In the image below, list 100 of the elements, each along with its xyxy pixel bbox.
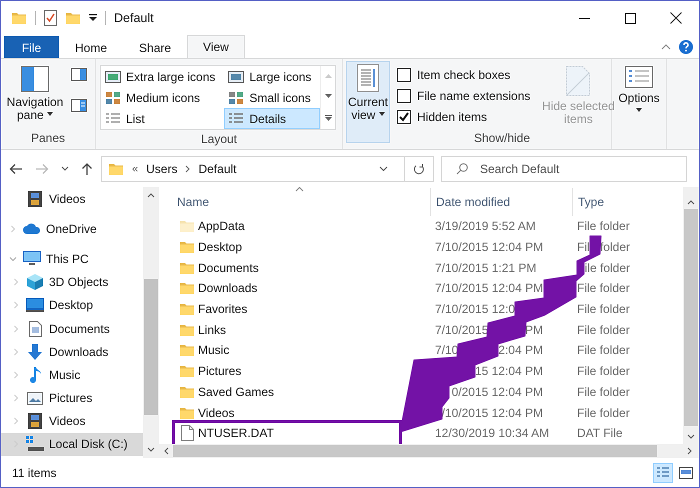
nav-item[interactable]: 3D Objects — [1, 270, 143, 294]
layout-option[interactable]: Small icons — [224, 87, 320, 108]
search-input[interactable]: Search Default — [478, 160, 686, 176]
nav-label: Videos — [49, 192, 86, 206]
layout-option-label: Medium icons — [126, 90, 200, 104]
scroll-up-icon[interactable] — [147, 192, 155, 198]
navigation-pane-button[interactable]: Navigation pane — [5, 64, 65, 124]
layout-option-label: Extra large icons — [126, 70, 216, 84]
nav-item[interactable]: Documents — [1, 316, 143, 340]
icon-grid-icon — [105, 90, 121, 104]
file-name: Pictures — [198, 364, 242, 378]
sort-ascending-icon — [295, 186, 304, 192]
scroll-down-icon[interactable] — [687, 434, 695, 440]
breadcrumb[interactable]: Default — [198, 162, 236, 176]
properties-icon[interactable] — [44, 10, 57, 26]
checkbox[interactable] — [397, 110, 411, 124]
current-view-button[interactable]: Current view — [346, 61, 390, 143]
column-header[interactable]: Date modified — [430, 188, 572, 216]
checkbox[interactable] — [397, 88, 411, 102]
nav-item[interactable]: Videos — [1, 187, 143, 210]
nav-label: Videos — [49, 414, 86, 428]
nav-item[interactable]: OneDrive — [1, 217, 143, 240]
up-icon[interactable] — [81, 162, 93, 176]
file-row[interactable]: AppData 3/19/2019 5:52 AM File folder — [159, 216, 683, 237]
back-icon[interactable] — [9, 162, 23, 174]
file-row[interactable]: Pictures 15 12:04 PM File folder — [159, 360, 683, 382]
pane-layout-icon — [21, 66, 49, 92]
scroll-right-icon[interactable] — [687, 447, 693, 455]
nav-item[interactable]: Local Disk (C:) — [1, 432, 143, 456]
scroll-down-icon[interactable] — [324, 94, 332, 98]
collapse-ribbon-icon[interactable] — [661, 44, 671, 50]
overflow-chevron[interactable]: « — [132, 162, 138, 174]
group-label: Layout — [200, 131, 238, 148]
file-row[interactable]: Documents 7/10/2015 1:21 PM ile folder — [159, 257, 683, 278]
file-row[interactable]: Favorites 7/10/2015 12:0 File folder — [159, 298, 683, 320]
date-text: /10/2015 12:04 PM — [442, 406, 543, 420]
nav-item[interactable]: Downloads — [1, 340, 143, 364]
scrollbar-thumb[interactable] — [173, 445, 657, 457]
help-icon[interactable] — [679, 40, 693, 54]
expand-gallery-icon[interactable] — [324, 114, 332, 121]
caret-icon[interactable] — [636, 108, 642, 112]
layout-option[interactable]: Large icons — [224, 66, 320, 87]
recent-locations-icon[interactable] — [61, 166, 69, 172]
scroll-down-icon[interactable] — [147, 447, 155, 453]
customize-dropdown-icon[interactable] — [89, 14, 97, 22]
chevron-icon — [185, 164, 190, 172]
nav-item[interactable]: Pictures — [1, 386, 143, 410]
ribbon-tab[interactable]: View — [187, 35, 245, 58]
nav-item[interactable]: Videos — [1, 410, 143, 433]
date-text: 15 12:04 PM — [474, 364, 543, 378]
film-icon — [28, 190, 42, 207]
file-name: Downloads — [198, 281, 258, 296]
scroll-up-icon[interactable] — [687, 199, 695, 205]
scroll-left-icon[interactable] — [163, 447, 169, 455]
file-name: Desktop — [198, 240, 242, 254]
layout-option[interactable]: List — [101, 108, 224, 129]
drive-icon — [26, 436, 44, 452]
layout-option[interactable]: Medium icons — [101, 87, 224, 108]
nav-label: Downloads — [49, 344, 108, 359]
file-row[interactable]: Saved Games 0/2015 12:04 PM File folder — [159, 382, 683, 402]
large-icons-view-icon[interactable] — [679, 466, 693, 478]
layout-option-label: Details — [249, 112, 286, 126]
caret-icon[interactable] — [378, 112, 385, 116]
scrollbar-thumb[interactable] — [684, 209, 698, 426]
ribbon-tab[interactable]: Share — [123, 36, 188, 58]
ribbon-tab[interactable]: File — [4, 36, 59, 58]
group-label: Panes — [30, 130, 66, 147]
date-text: 12/30/2019 10:34 AM — [435, 426, 550, 440]
layout-option[interactable]: Extra large icons — [101, 66, 224, 87]
file-row[interactable]: Videos /10/2015 12:04 PM File folder — [159, 402, 683, 423]
date-text: 7/10/2015 12:04 PM — [435, 281, 544, 296]
checkbox[interactable] — [397, 68, 411, 82]
close-icon[interactable] — [670, 12, 682, 24]
hidden-file-icon — [566, 66, 590, 96]
dropdown-icon[interactable] — [379, 166, 388, 172]
type-text: File folder — [577, 219, 630, 234]
file-row[interactable]: Downloads 7/10/2015 12:04 PM File folder — [159, 278, 683, 299]
window-title: Default — [114, 11, 154, 25]
preview-pane-icon[interactable] — [71, 68, 87, 81]
file-name: AppData — [198, 219, 245, 234]
breadcrumb[interactable]: Users — [146, 162, 178, 176]
nav-item[interactable]: Music — [1, 363, 143, 386]
layout-option-label: Small icons — [249, 90, 311, 104]
caret-icon[interactable] — [47, 112, 54, 116]
scrollbar-thumb[interactable] — [144, 279, 158, 415]
address-field[interactable]: « Users Default — [101, 156, 434, 182]
item-count: 11 items — [12, 466, 56, 480]
checkbox-label: Hidden items — [417, 110, 488, 124]
refresh-icon[interactable] — [413, 162, 425, 174]
ribbon-tab[interactable]: Home — [59, 36, 124, 58]
nav-item[interactable]: Desktop — [1, 294, 143, 317]
details-pane-icon[interactable] — [71, 99, 87, 112]
maximize-icon[interactable] — [624, 12, 636, 24]
icon-grid-icon — [228, 90, 244, 104]
nav-item[interactable]: This PC — [1, 247, 143, 271]
search-field[interactable]: Search Default — [441, 156, 687, 182]
monitor-icon — [23, 251, 41, 266]
column-header[interactable]: Name — [159, 188, 430, 216]
nav-label: Pictures — [49, 391, 92, 406]
layout-option[interactable]: Details — [224, 108, 320, 129]
